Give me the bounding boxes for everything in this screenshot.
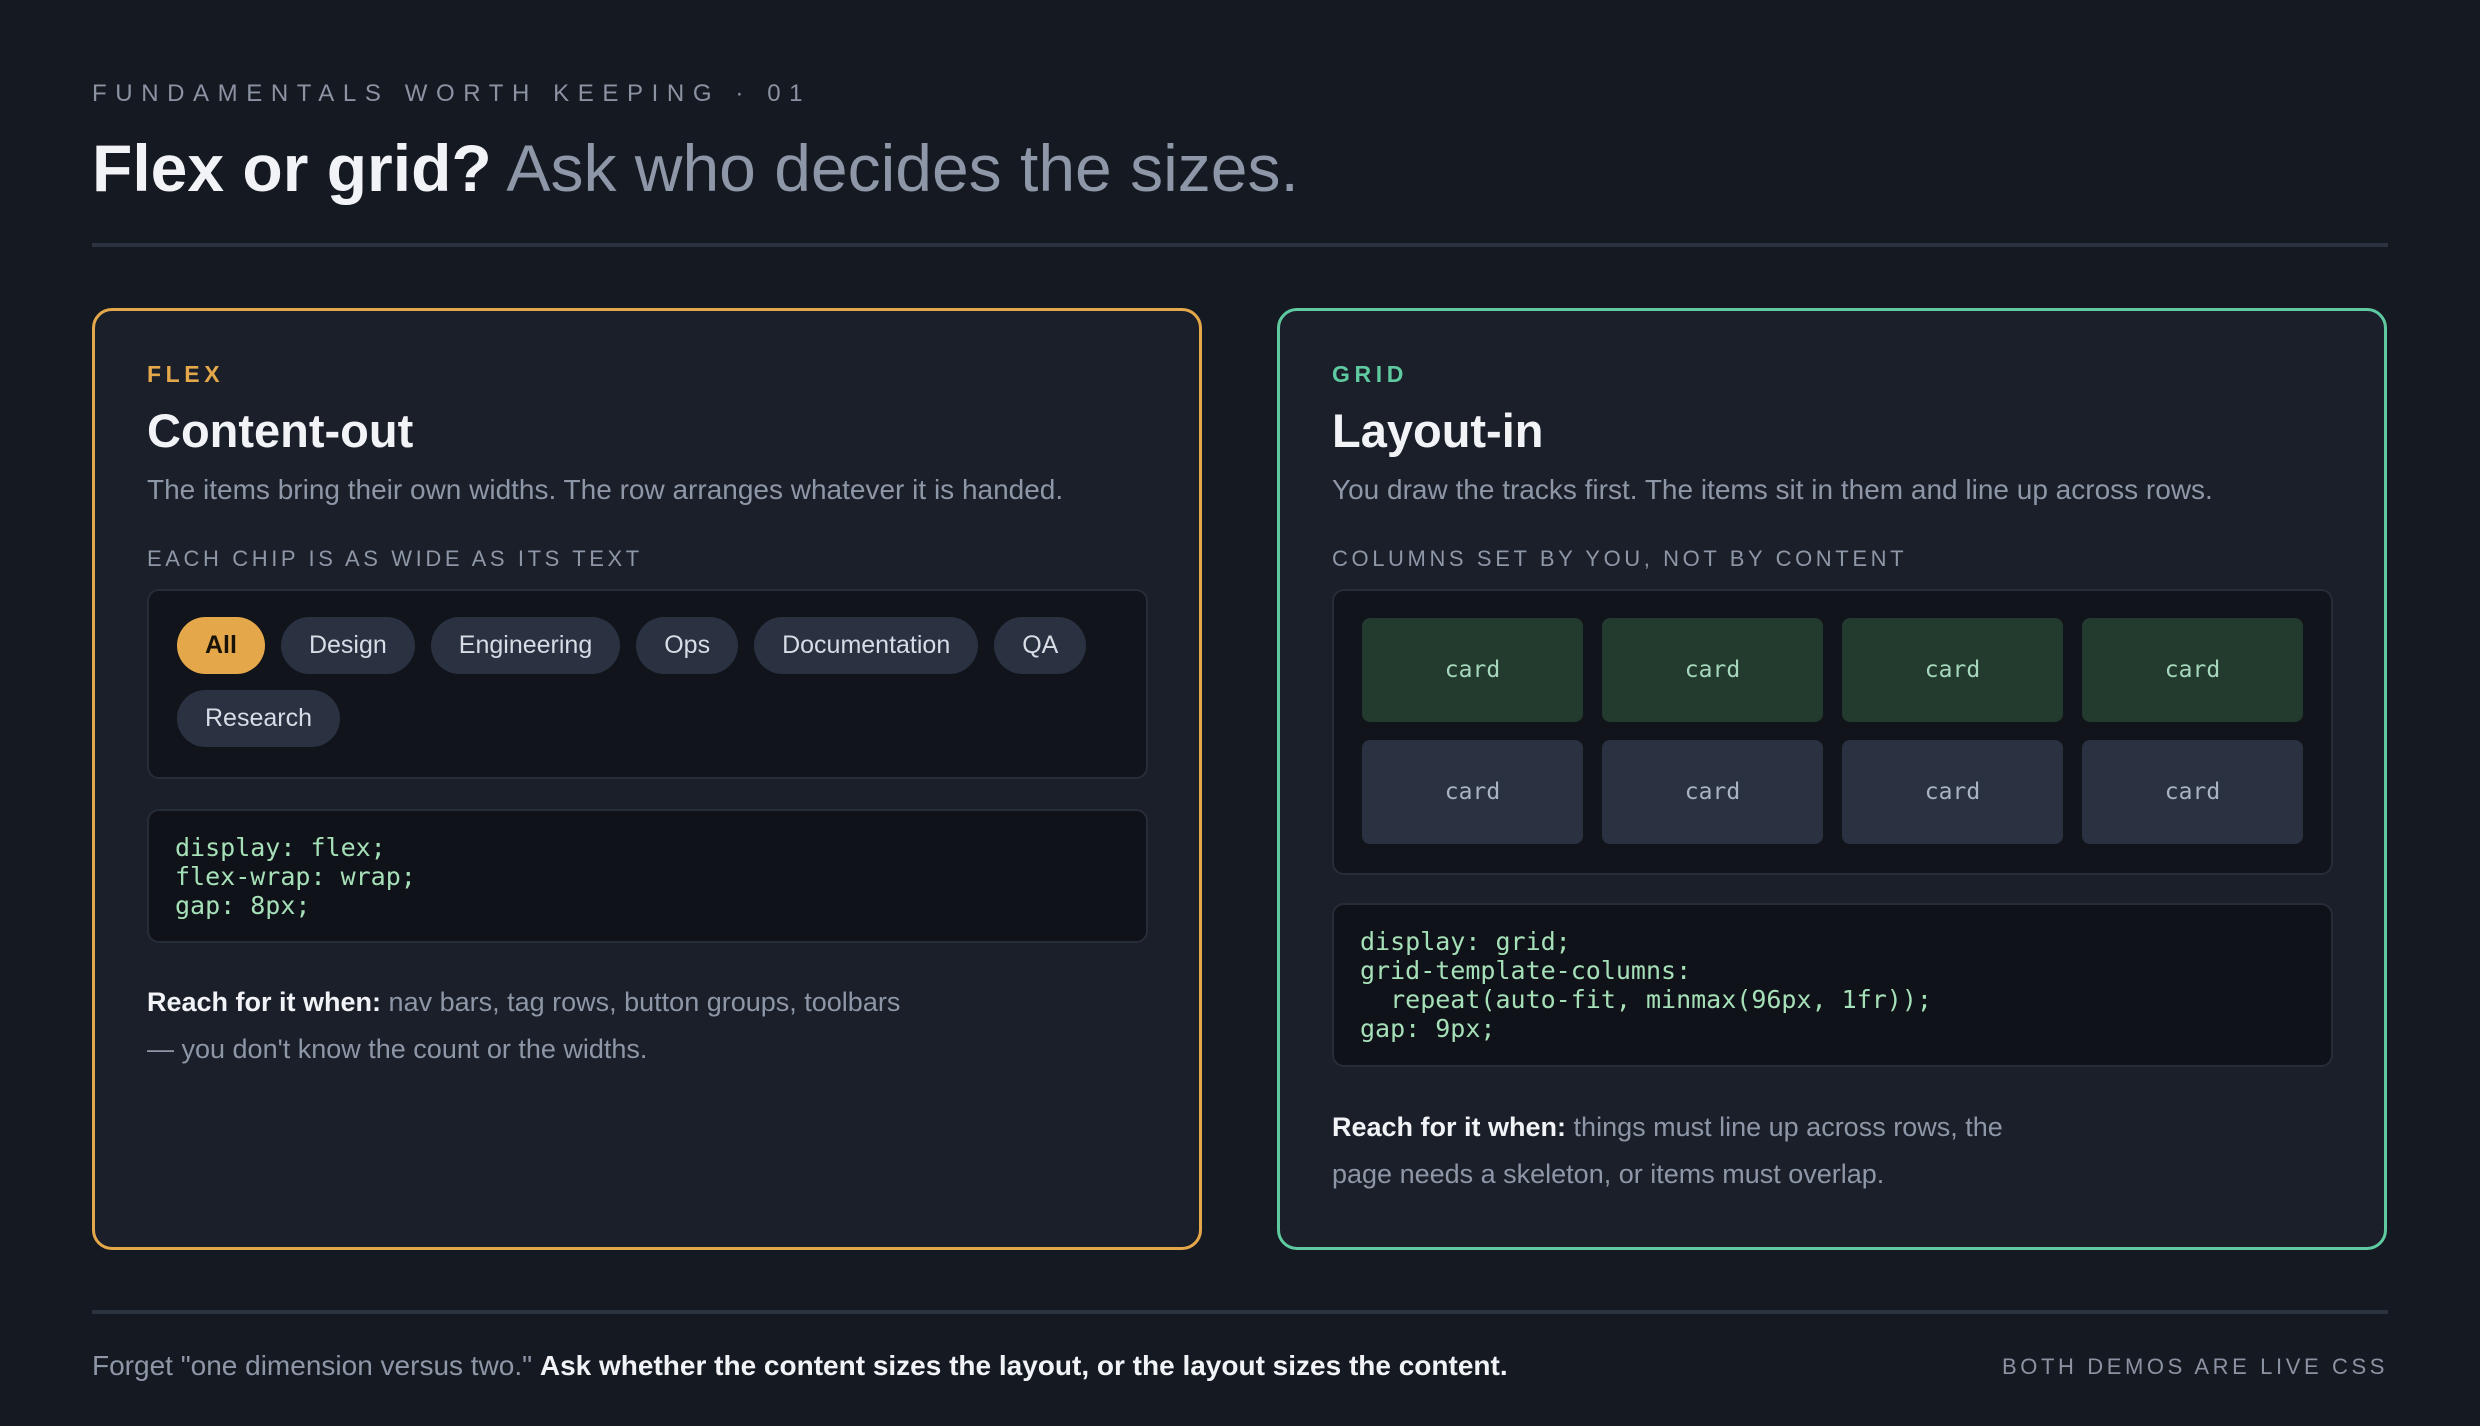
flex-title: Content-out (147, 404, 414, 457)
footer-lead: Forget "one dimension versus two." (92, 1350, 533, 1381)
grid-card-item: card (1602, 740, 1823, 844)
chip-row: All Design Engineering Ops Documentation… (177, 617, 1118, 747)
page-title: Flex or grid? Ask who decides the sizes. (92, 128, 1299, 208)
flex-code: display: flex; flex-wrap: wrap; gap: 8px… (147, 809, 1148, 943)
footer-emphasis: Ask whether the content sizes the layout… (539, 1350, 1508, 1381)
grid-card-item: card (1362, 618, 1583, 722)
grid-code: display: grid; grid-template-columns: re… (1332, 903, 2333, 1067)
grid-panel: GRID Layout-in You draw the tracks first… (1277, 308, 2387, 1250)
chip-ops[interactable]: Ops (636, 617, 739, 674)
grid-card-item: card (1602, 618, 1823, 722)
grid-title: Layout-in (1332, 404, 1544, 457)
grid-reach: Reach for it when: things must line up a… (1332, 1104, 2032, 1198)
flex-reach-label: Reach for it when: (147, 987, 382, 1017)
flex-panel: FLEX Content-out The items bring their o… (92, 308, 1202, 1250)
grid-demo: card card card card card card card card (1332, 589, 2333, 875)
chip-research[interactable]: Research (177, 690, 340, 747)
flex-demo: All Design Engineering Ops Documentation… (147, 589, 1148, 779)
grid-reach-label: Reach for it when: (1332, 1112, 1567, 1142)
footer-divider (92, 1310, 2388, 1314)
grid-card-item: card (2082, 618, 2303, 722)
flex-tag: FLEX (147, 361, 225, 387)
flex-demo-label: EACH CHIP IS AS WIDE AS ITS TEXT (147, 546, 643, 571)
chip-all[interactable]: All (177, 617, 265, 674)
chip-engineering[interactable]: Engineering (430, 617, 621, 674)
chip-qa[interactable]: QA (994, 617, 1087, 674)
grid-description: You draw the tracks first. The items sit… (1332, 474, 2213, 505)
chip-documentation[interactable]: Documentation (754, 617, 979, 674)
header-divider (92, 243, 2388, 247)
grid-demo-label: COLUMNS SET BY YOU, NOT BY CONTENT (1332, 546, 1908, 571)
eyebrow: FUNDAMENTALS WORTH KEEPING · 01 (92, 80, 812, 107)
grid-card-item: card (1842, 618, 2063, 722)
grid-card-item: card (1362, 740, 1583, 844)
title-light: Ask who decides the sizes. (506, 131, 1299, 205)
grid-tag: GRID (1332, 361, 1408, 387)
title-bold: Flex or grid? (92, 131, 492, 205)
flex-description: The items bring their own widths. The ro… (147, 474, 1064, 505)
grid-card-item: card (2082, 740, 2303, 844)
flex-reach: Reach for it when: nav bars, tag rows, b… (147, 979, 927, 1073)
grid-tracks: card card card card card card card card (1362, 618, 2303, 844)
chip-design[interactable]: Design (280, 617, 415, 674)
footer-message: Forget "one dimension versus two." Ask w… (92, 1350, 1508, 1382)
footer-note: BOTH DEMOS ARE LIVE CSS (2002, 1354, 2388, 1379)
grid-card-item: card (1842, 740, 2063, 844)
